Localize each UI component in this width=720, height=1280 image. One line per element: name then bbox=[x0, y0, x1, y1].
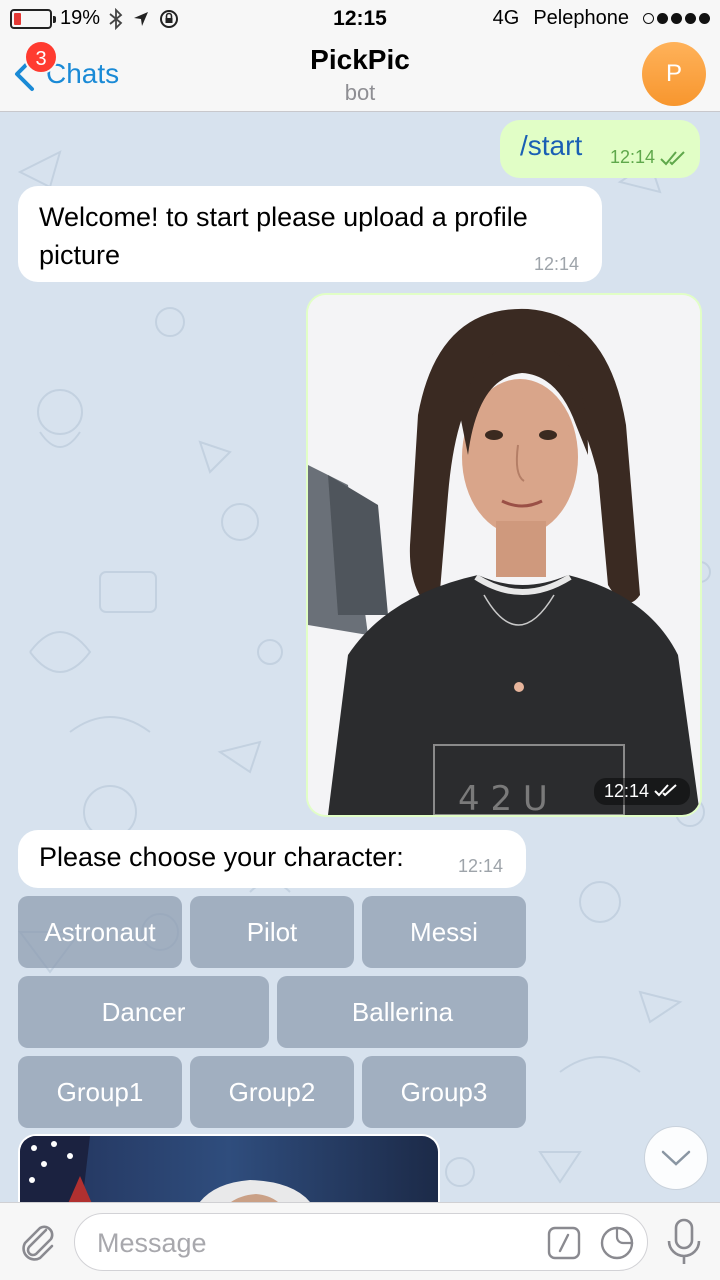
message-input[interactable] bbox=[97, 1226, 537, 1260]
message-time: 12:14 bbox=[534, 254, 580, 274]
message-field[interactable] bbox=[74, 1213, 648, 1271]
photo-message[interactable] bbox=[18, 1134, 440, 1202]
message-time: 12:14 bbox=[458, 856, 504, 876]
message-incoming[interactable]: Welcome! to start please upload a profil… bbox=[18, 186, 602, 282]
signal-strength-icon bbox=[643, 13, 710, 24]
keyboard-button-astronaut[interactable]: Astronaut bbox=[18, 896, 182, 968]
status-right: 4G Pelephone bbox=[493, 7, 710, 30]
selfie-image: 4 2 U bbox=[308, 295, 700, 815]
network-type: 4G bbox=[492, 7, 520, 29]
sticker-icon[interactable] bbox=[599, 1225, 635, 1261]
photo-message[interactable]: 4 2 U 12:14 bbox=[306, 293, 702, 817]
carrier-name: Pelephone bbox=[533, 7, 629, 29]
attach-icon[interactable] bbox=[16, 1220, 60, 1264]
keyboard-button-messi[interactable]: Messi bbox=[362, 896, 526, 968]
message-text: Welcome! to start please upload a profil… bbox=[39, 202, 528, 270]
keyboard-button-group1[interactable]: Group1 bbox=[18, 1056, 182, 1128]
message-time: 12:14 bbox=[603, 781, 649, 801]
astronaut-image bbox=[20, 1136, 438, 1202]
message-text: Please choose your character: bbox=[39, 842, 404, 872]
double-check-icon bbox=[660, 151, 685, 166]
chat-subtitle: bot bbox=[344, 80, 376, 105]
double-check-icon bbox=[654, 784, 677, 797]
chat-title[interactable]: PickPic bbox=[0, 44, 720, 76]
status-bar: 19% 12:15 4G Pelephone bbox=[0, 0, 720, 38]
avatar[interactable]: P bbox=[642, 42, 706, 106]
svg-text:4 2 U: 4 2 U bbox=[458, 779, 548, 815]
message-text: /start bbox=[520, 130, 583, 161]
scroll-down-button[interactable] bbox=[644, 1126, 708, 1190]
input-bar bbox=[0, 1202, 720, 1280]
profile-photo[interactable]: 4 2 U 12:14 bbox=[308, 295, 700, 815]
keyboard-button-group2[interactable]: Group2 bbox=[190, 1056, 354, 1128]
result-photo[interactable] bbox=[20, 1136, 438, 1202]
chevron-down-icon bbox=[661, 1150, 691, 1166]
photo-timestamp: 12:14 bbox=[593, 778, 690, 805]
microphone-icon[interactable] bbox=[664, 1217, 704, 1267]
keyboard-button-ballerina[interactable]: Ballerina bbox=[277, 976, 528, 1048]
chat-area[interactable]: /start 12:14 Welcome! to start please up… bbox=[0, 112, 720, 1202]
keyboard-button-dancer[interactable]: Dancer bbox=[18, 976, 269, 1048]
bot-command-icon[interactable] bbox=[547, 1226, 581, 1260]
message-incoming[interactable]: Please choose your character: 12:14 bbox=[18, 830, 526, 888]
message-outgoing[interactable]: /start 12:14 bbox=[500, 120, 700, 178]
message-time: 12:14 bbox=[610, 147, 656, 167]
keyboard-button-group3[interactable]: Group3 bbox=[362, 1056, 526, 1128]
keyboard-button-pilot[interactable]: Pilot bbox=[190, 896, 354, 968]
nav-bar: Chats 3 PickPic bot P bbox=[0, 38, 720, 112]
